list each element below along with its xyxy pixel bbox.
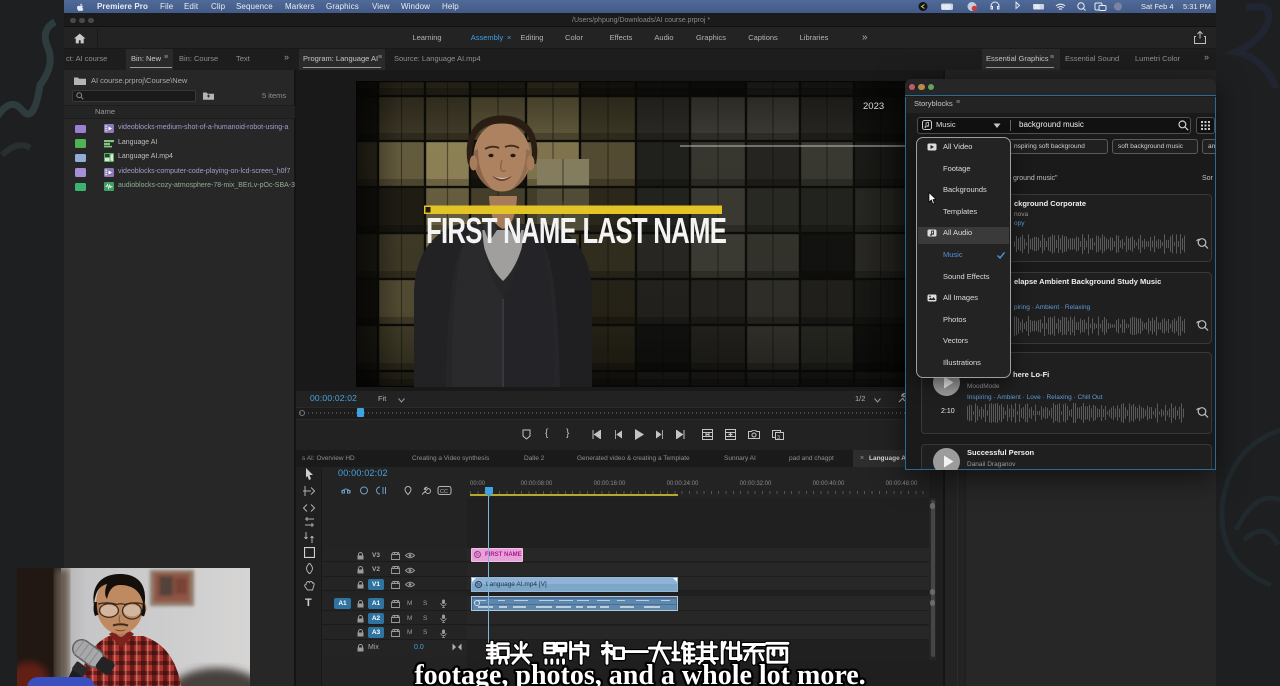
svg-text:HD: HD bbox=[943, 5, 951, 11]
svg-text:2023: 2023 bbox=[863, 101, 884, 112]
svg-text:3: 3 bbox=[777, 435, 780, 440]
svg-text:75: 75 bbox=[1034, 5, 1040, 11]
svg-text:CC: CC bbox=[440, 489, 448, 495]
svg-text:footage, photos, and a whole l: footage, photos, and a whole lot more. bbox=[414, 660, 865, 686]
svg-text:FIRST NAME LAST NAME: FIRST NAME LAST NAME bbox=[426, 211, 726, 251]
